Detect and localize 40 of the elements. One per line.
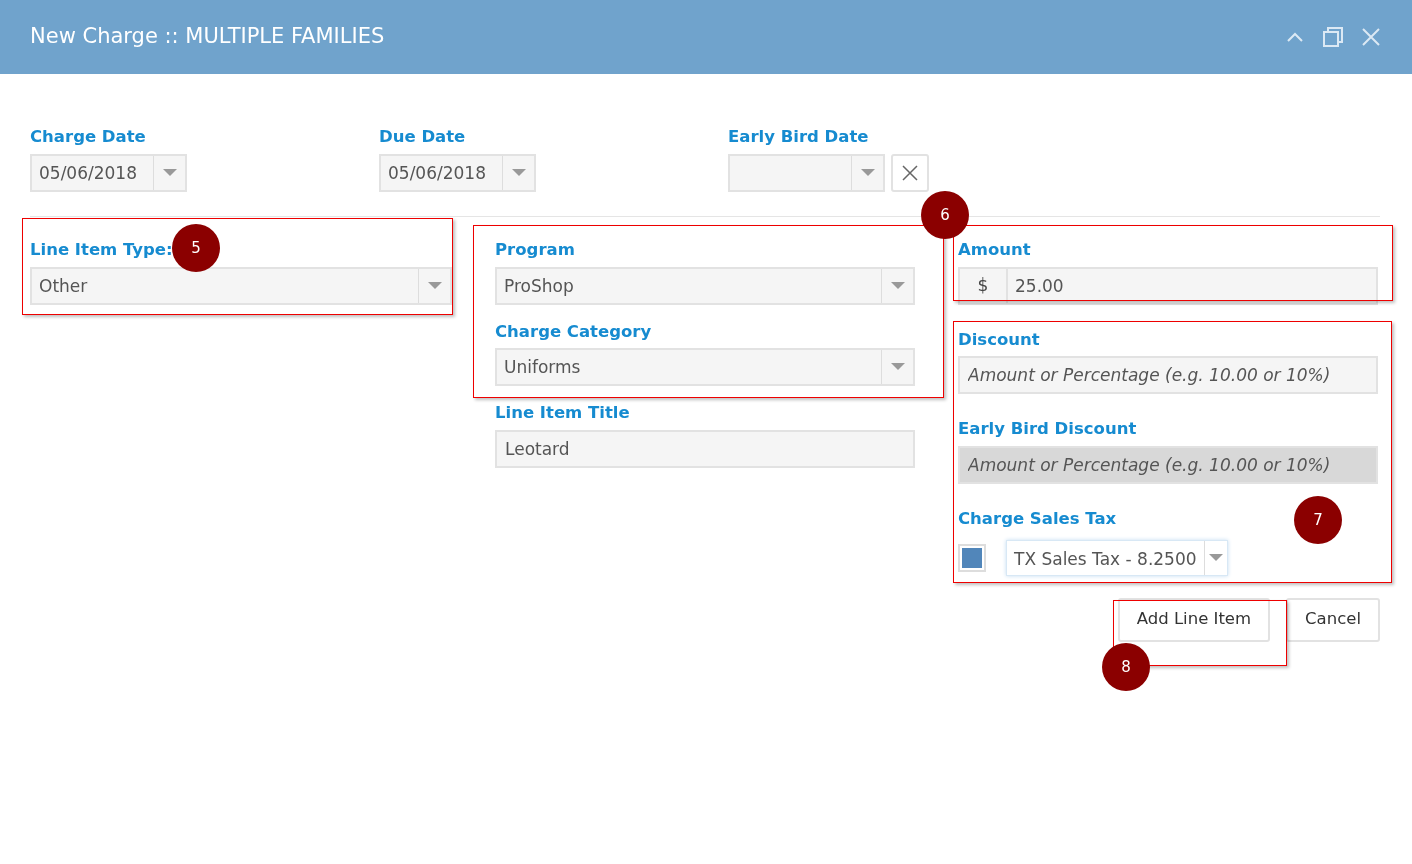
field-label: Line Item Title xyxy=(495,402,630,425)
sales-tax-checkbox[interactable] xyxy=(958,543,986,572)
cancel-button[interactable]: Cancel xyxy=(1286,597,1380,642)
line-item-type-dropdown[interactable]: Other xyxy=(30,266,452,305)
field-label: Charge Sales Tax xyxy=(958,508,1117,530)
currency-prefix: $ xyxy=(958,266,1008,305)
add-line-item-button[interactable]: Add Line Item xyxy=(1117,597,1271,642)
dropdown-caret-icon xyxy=(1208,553,1223,562)
dropdown-caret-icon xyxy=(860,168,875,177)
field-label: Early Bird Discount xyxy=(958,418,1137,441)
callout-number: 7 xyxy=(1294,496,1342,544)
dropdown-caret-icon xyxy=(427,281,442,290)
date-picker[interactable]: 05/06/2018 xyxy=(379,153,536,192)
amount-field[interactable]: 25.00 xyxy=(1008,266,1378,305)
dropdown-caret-icon xyxy=(890,363,905,372)
maximize-icon[interactable] xyxy=(1322,26,1344,48)
field-label: Early Bird Date xyxy=(728,126,869,148)
field-label: Program xyxy=(495,238,575,261)
field-label: Amount xyxy=(958,238,1031,261)
charge-category-dropdown[interactable]: Uniforms xyxy=(495,348,915,387)
callout-number: 6 xyxy=(921,191,969,239)
dropdown-caret-icon xyxy=(162,168,177,177)
line-item-title-field[interactable]: Leotard xyxy=(495,430,915,468)
field-label: Line Item Type: xyxy=(30,238,173,261)
program-dropdown[interactable]: ProShop xyxy=(495,266,915,305)
dropdown-caret-icon xyxy=(890,281,905,290)
window-title: New Charge :: MULTIPLE FAMILIES xyxy=(30,23,385,51)
field-label: Discount xyxy=(958,328,1040,351)
callout-number: 5 xyxy=(172,224,220,272)
callout-number: 8 xyxy=(1102,643,1150,691)
sales-tax-dropdown[interactable]: TX Sales Tax - 8.2500 xyxy=(1006,539,1228,576)
clear-date-button[interactable] xyxy=(891,153,929,192)
field-label: Due Date xyxy=(379,126,466,148)
close-icon[interactable] xyxy=(1360,26,1382,48)
dropdown-caret-icon xyxy=(511,168,526,177)
close-icon xyxy=(902,164,918,181)
field-label: Charge Category xyxy=(495,320,652,343)
date-picker[interactable] xyxy=(728,153,885,192)
date-picker[interactable]: 05/06/2018 xyxy=(30,153,187,192)
field-label: Charge Date xyxy=(30,126,146,148)
